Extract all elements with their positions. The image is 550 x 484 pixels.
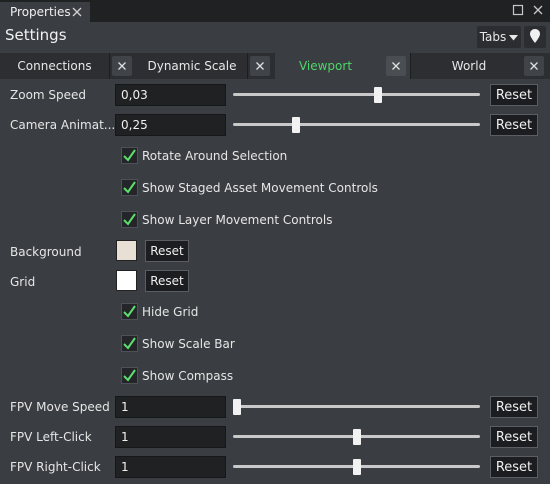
show-compass-toggle[interactable]: Show Compass — [121, 367, 233, 384]
close-icon — [118, 62, 126, 70]
checkmark-icon — [123, 337, 136, 350]
settings-tabstrip: Connections Dynamic Scale Viewport World — [0, 53, 550, 79]
background-reset-button[interactable]: Reset — [145, 240, 189, 262]
tab-dynamic-scale[interactable]: Dynamic Scale — [137, 53, 248, 79]
close-icon — [392, 62, 400, 70]
checkbox[interactable] — [121, 367, 138, 384]
fpv-move-speed-reset-button[interactable]: Reset — [490, 396, 538, 418]
page-title: Settings — [5, 26, 67, 44]
fpv-left-click-label: FPV Left-Click — [10, 430, 92, 444]
close-icon[interactable] — [70, 5, 84, 19]
tab-label: Dynamic Scale — [147, 59, 237, 73]
checkbox[interactable] — [121, 335, 138, 352]
grid-color-swatch[interactable] — [116, 270, 137, 291]
fpv-left-click-slider-thumb[interactable] — [352, 429, 361, 445]
pin-icon — [529, 28, 541, 47]
checkmark-icon — [123, 149, 136, 162]
tab-close-connections[interactable] — [112, 56, 132, 76]
fpv-right-click-slider-thumb[interactable] — [352, 459, 361, 475]
panel-tab-label: Properties — [10, 5, 71, 19]
fpv-move-speed-slider-thumb[interactable] — [233, 399, 241, 415]
fpv-left-click-reset-button[interactable]: Reset — [490, 426, 538, 448]
staged-asset-controls-toggle[interactable]: Show Staged Asset Movement Controls — [121, 179, 378, 196]
camera-animation-reset-button[interactable]: Reset — [490, 114, 538, 136]
close-window-icon[interactable] — [532, 4, 544, 16]
rotate-around-selection-toggle[interactable]: Rotate Around Selection — [121, 147, 287, 164]
fpv-move-speed-value: 1 — [121, 400, 129, 414]
tab-label: Viewport — [298, 59, 353, 73]
checkbox-label: Show Compass — [142, 368, 234, 383]
tab-label: Connections — [17, 59, 92, 73]
checkbox-label: Show Scale Bar — [142, 336, 235, 351]
camera-animation-slider[interactable] — [233, 123, 480, 126]
maximize-icon[interactable] — [512, 4, 524, 16]
tab-close-viewport[interactable] — [386, 56, 406, 76]
checkbox-label: Hide Grid — [142, 304, 199, 319]
checkbox-label: Rotate Around Selection — [142, 148, 288, 163]
tabs-dropdown-label: Tabs — [479, 30, 507, 44]
zoom-speed-input[interactable]: 0,03 — [115, 84, 226, 106]
hide-grid-toggle[interactable]: Hide Grid — [121, 303, 198, 320]
fpv-move-speed-label: FPV Move Speed — [10, 400, 110, 414]
layer-controls-toggle[interactable]: Show Layer Movement Controls — [121, 211, 332, 228]
panel-titlebar: Properties — [0, 0, 550, 22]
fpv-right-click-reset-button[interactable]: Reset — [490, 456, 538, 478]
zoom-speed-slider-thumb[interactable] — [374, 87, 382, 103]
zoom-speed-label: Zoom Speed — [10, 88, 87, 102]
fpv-move-speed-slider[interactable] — [233, 405, 480, 408]
background-color-swatch[interactable] — [116, 240, 137, 261]
checkmark-icon — [123, 305, 136, 318]
grid-label: Grid — [10, 275, 36, 289]
camera-animation-input[interactable]: 0,25 — [115, 114, 226, 136]
checkmark-icon — [123, 213, 136, 226]
grid-reset-button[interactable]: Reset — [145, 270, 189, 292]
caret-down-icon — [509, 30, 519, 44]
zoom-speed-value: 0,03 — [121, 88, 148, 102]
background-label: Background — [10, 245, 82, 259]
panel-tab-properties[interactable]: Properties — [0, 2, 90, 22]
camera-animation-slider-thumb[interactable] — [291, 117, 300, 133]
camera-animation-value: 0,25 — [121, 118, 148, 132]
close-icon — [256, 62, 264, 70]
tabs-dropdown-button[interactable]: Tabs — [477, 26, 521, 48]
fpv-left-click-input[interactable]: 1 — [115, 426, 226, 448]
tab-close-dynamic-scale[interactable] — [250, 56, 270, 76]
tab-world[interactable]: World — [412, 53, 526, 79]
camera-animation-label: Camera Animat... — [10, 118, 116, 132]
checkmark-icon — [123, 369, 136, 382]
checkbox-label: Show Staged Asset Movement Controls — [142, 180, 378, 195]
checkmark-icon — [123, 181, 136, 194]
tab-close-world[interactable] — [524, 56, 544, 76]
fpv-right-click-value: 1 — [121, 460, 129, 474]
fpv-left-click-value: 1 — [121, 430, 129, 444]
checkbox[interactable] — [121, 147, 138, 164]
tab-label: World — [451, 59, 487, 73]
fpv-right-click-label: FPV Right-Click — [10, 460, 101, 474]
checkbox[interactable] — [121, 179, 138, 196]
pin-button[interactable] — [524, 26, 546, 48]
fpv-move-speed-input[interactable]: 1 — [115, 396, 226, 418]
checkbox-label: Show Layer Movement Controls — [142, 212, 333, 227]
zoom-speed-reset-button[interactable]: Reset — [490, 84, 538, 106]
tab-connections[interactable]: Connections — [0, 53, 110, 79]
checkbox[interactable] — [121, 303, 138, 320]
fpv-right-click-input[interactable]: 1 — [115, 456, 226, 478]
show-scale-bar-toggle[interactable]: Show Scale Bar — [121, 335, 235, 352]
close-icon — [530, 62, 538, 70]
zoom-speed-slider[interactable] — [233, 93, 480, 96]
checkbox[interactable] — [121, 211, 138, 228]
